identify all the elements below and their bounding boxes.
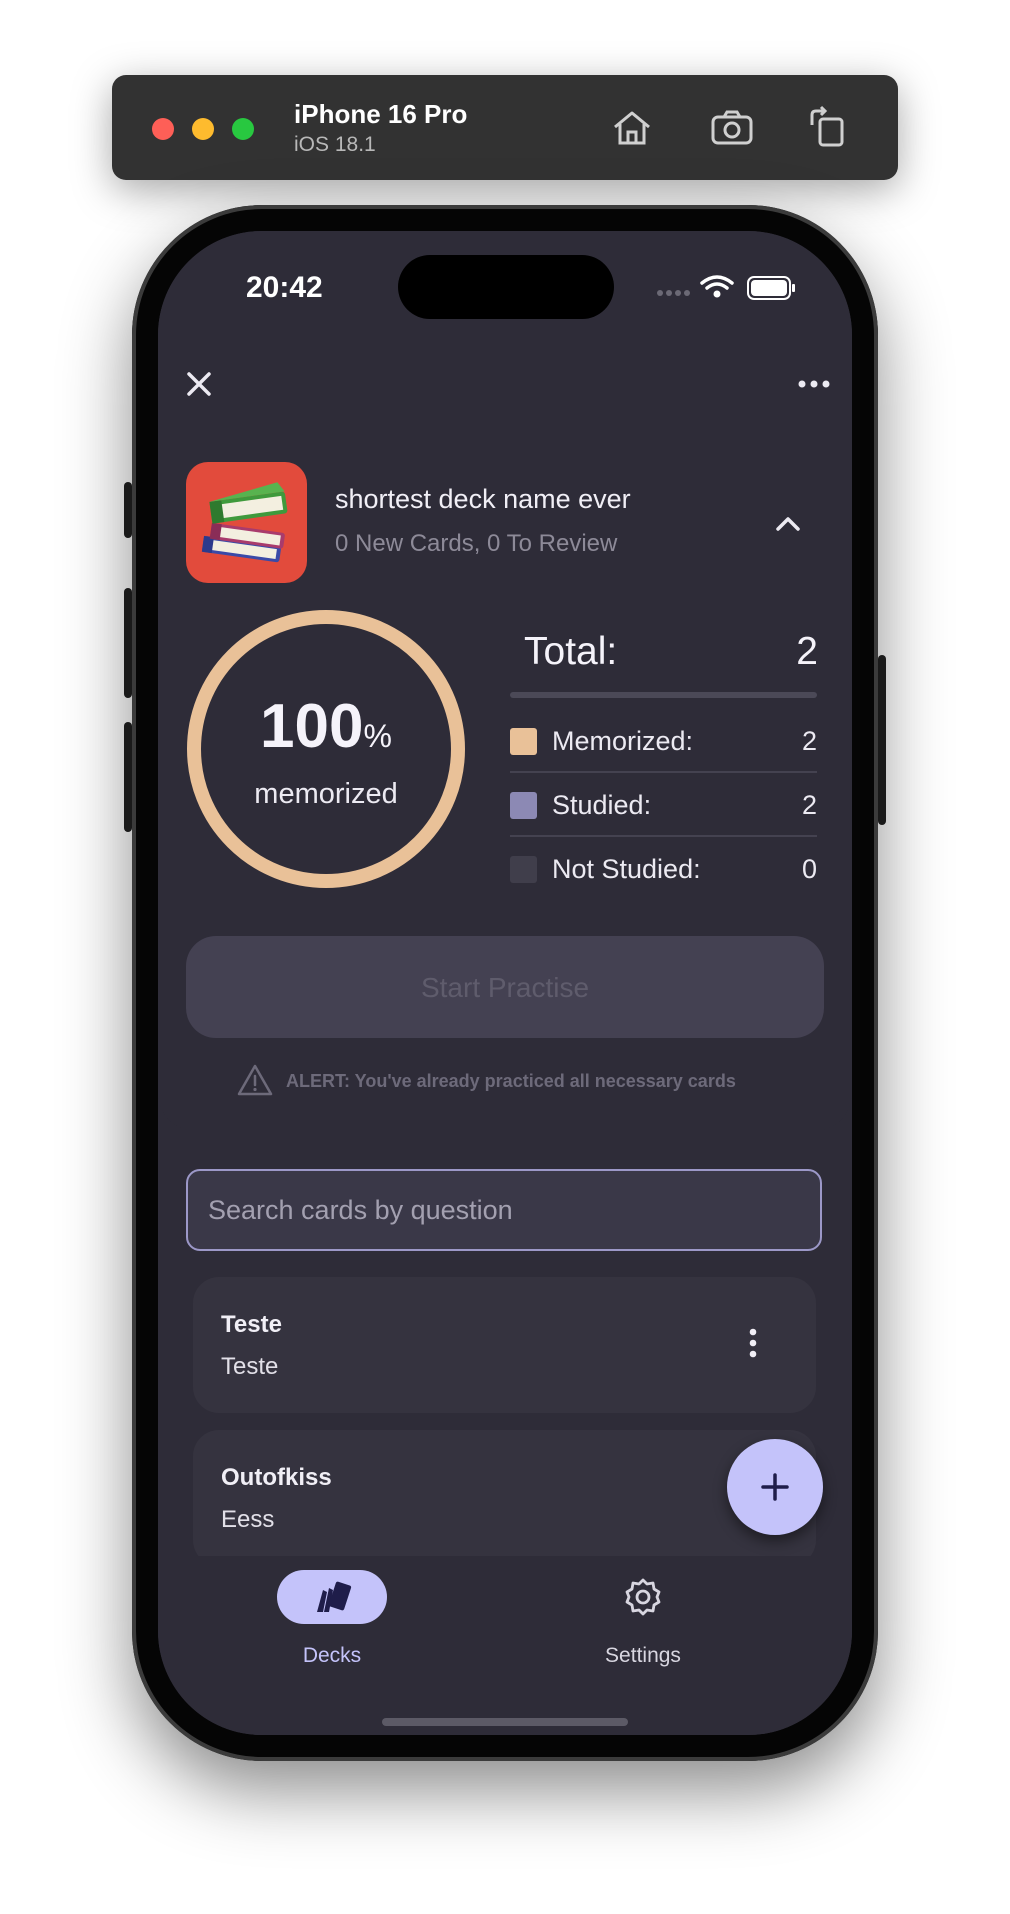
card-answer: Eess [221,1506,275,1533]
card-list-item[interactable]: Teste Teste [193,1277,816,1413]
warning-icon [237,1064,273,1096]
card-list-item[interactable]: Outofkiss Eess [193,1430,816,1566]
stat-value: 0 [801,854,817,884]
close-icon[interactable] [179,364,219,404]
stat-row-memorized: Memorized: 2 [510,709,817,773]
cards-icon [317,1581,352,1612]
screenshot-icon[interactable] [709,105,755,151]
card-answer: Teste [221,1353,279,1380]
battery-icon [747,276,795,300]
studied-swatch [510,792,537,819]
action-button [124,482,132,538]
stat-row-not-studied: Not Studied: 0 [510,837,817,901]
card-question: Outofkiss [221,1464,332,1491]
signal-icon [657,290,690,296]
search-input[interactable] [186,1169,822,1251]
total-label: Total: [524,630,618,673]
more-vertical-icon[interactable] [733,1323,773,1363]
dynamic-island [398,255,614,319]
memorized-label: memorized [254,778,398,810]
more-horizontal-icon[interactable] [794,364,834,404]
stat-value: 2 [801,790,817,820]
percent-symbol: % [363,718,392,754]
stat-row-studied: Studied: 2 [510,773,817,837]
nav-decks-button[interactable] [277,1570,387,1624]
total-value: 2 [796,630,818,673]
deck-card-counts: 0 New Cards, 0 To Review [335,530,618,557]
alert-text: ALERT: You've already practiced all nece… [286,1071,736,1091]
deck-title: shortest deck name ever [335,484,631,514]
start-practise-button[interactable]: Start Practise [186,936,824,1038]
chevron-up-icon[interactable] [768,504,808,544]
nav-decks-label[interactable]: Decks [277,1644,387,1668]
plus-icon [761,1473,789,1501]
simulator-title-bar: iPhone 16 Pro iOS 18.1 [112,75,898,180]
minimize-window-button[interactable] [192,118,214,140]
home-icon[interactable] [609,105,655,151]
memorized-swatch [510,728,537,755]
wifi-icon [700,275,734,290]
status-time: 20:42 [246,271,323,304]
power-button [878,655,886,825]
home-indicator [382,1718,628,1726]
alert-message: ALERT: You've already practiced all nece… [236,1061,776,1101]
device-name: iPhone 16 Pro [294,99,468,129]
stat-value: 2 [801,726,817,756]
gear-icon[interactable] [622,1576,664,1618]
volume-up-button [124,588,132,698]
app-screen: 20:42 shortest deck name ever 0 New Card… [158,231,852,1735]
stat-label: Studied: [552,790,652,820]
total-divider [510,692,817,698]
bottom-navigation: Decks Settings [158,1556,852,1735]
not-studied-swatch [510,856,537,883]
stat-label: Memorized: [552,726,694,756]
zoom-window-button[interactable] [232,118,254,140]
stat-label: Not Studied: [552,854,701,884]
os-version: iOS 18.1 [294,133,376,156]
status-icons [654,273,804,303]
nav-settings-label[interactable]: Settings [583,1644,703,1668]
add-card-button[interactable] [727,1439,823,1535]
volume-down-button [124,722,132,832]
close-window-button[interactable] [152,118,174,140]
rotate-icon[interactable] [804,105,850,151]
card-question: Teste [221,1311,282,1338]
books-icon [186,462,307,583]
percent-number: 100 [260,692,364,761]
memorized-percent: 100% [186,691,466,762]
